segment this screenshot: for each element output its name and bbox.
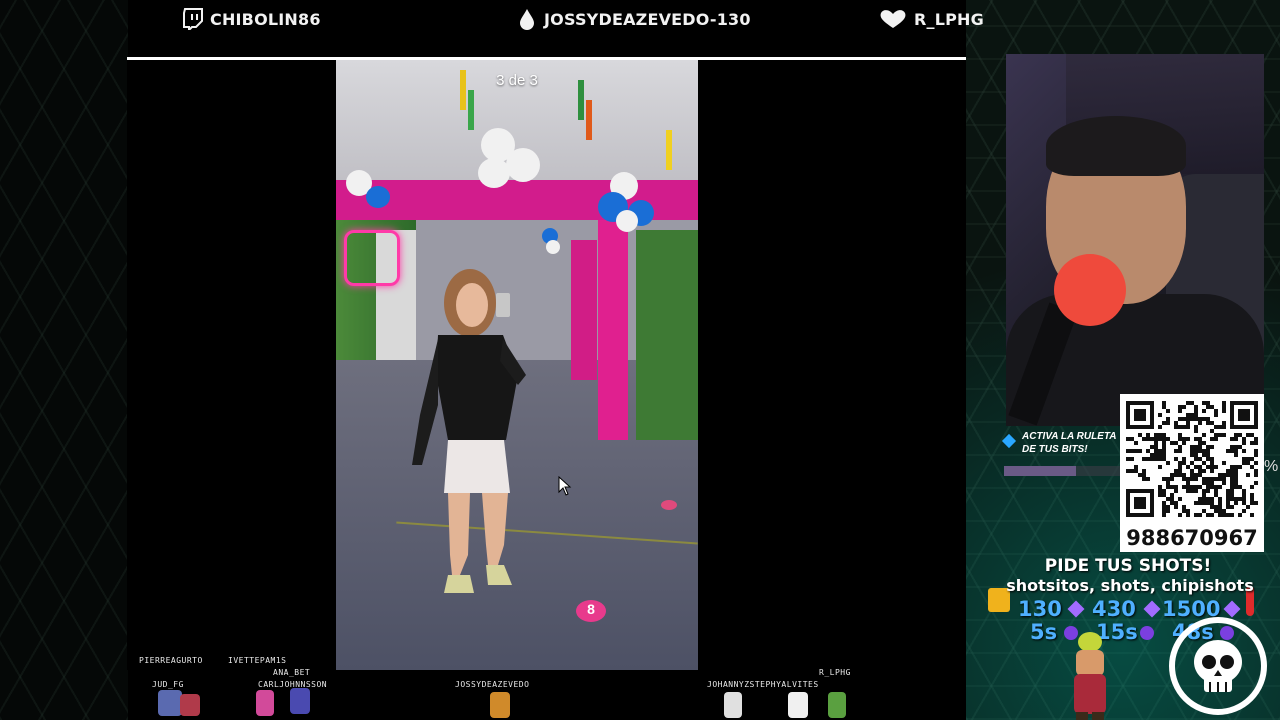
social-handle: R_LPHG: [914, 9, 984, 29]
streamer-hair: [1046, 116, 1186, 176]
shot-price: 430: [1092, 597, 1136, 621]
qr-code-icon: [1126, 401, 1258, 517]
balloon: [546, 240, 560, 254]
social-heart: R_LPHG: [878, 8, 984, 30]
neon-sign: [344, 230, 400, 286]
green-wall-right: [636, 230, 698, 440]
person-figure: [412, 269, 526, 593]
floor-marker-label: 8: [587, 601, 595, 617]
social-drop: JOSSYDEAZEVEDO-130: [516, 8, 751, 30]
banner-flag: [586, 100, 592, 140]
roulette-progress-track: [1076, 466, 1120, 476]
roulette-text: ACTIVA LA RULETA DE TUS BITS!: [1022, 431, 1117, 455]
left-hex-background: [0, 0, 128, 720]
story-viewer[interactable]: 8 3 de 3: [336, 60, 698, 670]
fighter-sprite: [1074, 632, 1106, 720]
shot-duration: 5s: [1030, 620, 1058, 644]
microphone-icon: [1054, 254, 1126, 326]
chat-avatar-sprite: [724, 692, 742, 718]
chat-avatar-sprite: [290, 688, 310, 714]
banner-flag: [666, 130, 672, 170]
social-handle: JOSSYDEAZEVEDO-130: [544, 9, 751, 29]
social-bar: CHIBOLIN86 JOSSYDEAZEVEDO-130 R_LPHG: [0, 0, 1280, 40]
crowd-username: JOHANNYZSTEPHYALVITES: [707, 680, 819, 689]
qr-code: [1120, 394, 1264, 524]
mouse-cursor-icon: [558, 476, 572, 496]
chat-avatar-sprite: [158, 690, 182, 716]
crowd-username: JUD_FG: [152, 680, 184, 689]
chat-avatar-sprite: [180, 694, 200, 716]
balloon: [616, 210, 638, 232]
shots-subtitle: shotsitos, shots, chipishots: [1006, 576, 1254, 595]
skull-logo-icon: [1169, 617, 1267, 715]
story-counter: 3 de 3: [496, 72, 538, 89]
banner-flag: [468, 90, 474, 130]
chat-avatar-sprite: [788, 692, 808, 718]
social-handle: CHIBOLIN86: [210, 9, 321, 29]
balloon: [506, 148, 540, 182]
pink-pillar: [571, 240, 597, 380]
webcam-feed: [1006, 54, 1264, 426]
shots-title: PIDE TUS SHOTS!: [1044, 556, 1212, 576]
percent-sign: %: [1264, 458, 1279, 475]
shot-price: 130: [1018, 597, 1062, 621]
crowd-username: R_LPHG: [819, 668, 851, 677]
crowd-username: IVETTEPAM1S: [228, 656, 287, 665]
crowd-username: JOSSYDEAZEVEDO: [455, 680, 530, 689]
bits-badge-icon: [1140, 626, 1154, 640]
balloon: [366, 186, 390, 208]
chat-avatar-sprite: [828, 692, 846, 718]
drop-icon: [520, 9, 534, 30]
chat-avatar-sprite: [490, 692, 510, 718]
crowd-username: PIERREAGURTO: [139, 656, 203, 665]
balloon: [478, 158, 510, 188]
floor-marker: [661, 500, 677, 510]
pink-pillar: [598, 220, 628, 440]
crowd-username: ANA_BET: [273, 668, 311, 677]
twitch-icon: [183, 8, 203, 30]
qr-phone-number: 988670967: [1120, 524, 1264, 552]
roulette-progress-fill: [1004, 466, 1076, 476]
social-twitch: CHIBOLIN86: [182, 8, 321, 30]
chat-avatar-sprite: [256, 690, 274, 716]
heart-hands-icon: [880, 10, 906, 28]
